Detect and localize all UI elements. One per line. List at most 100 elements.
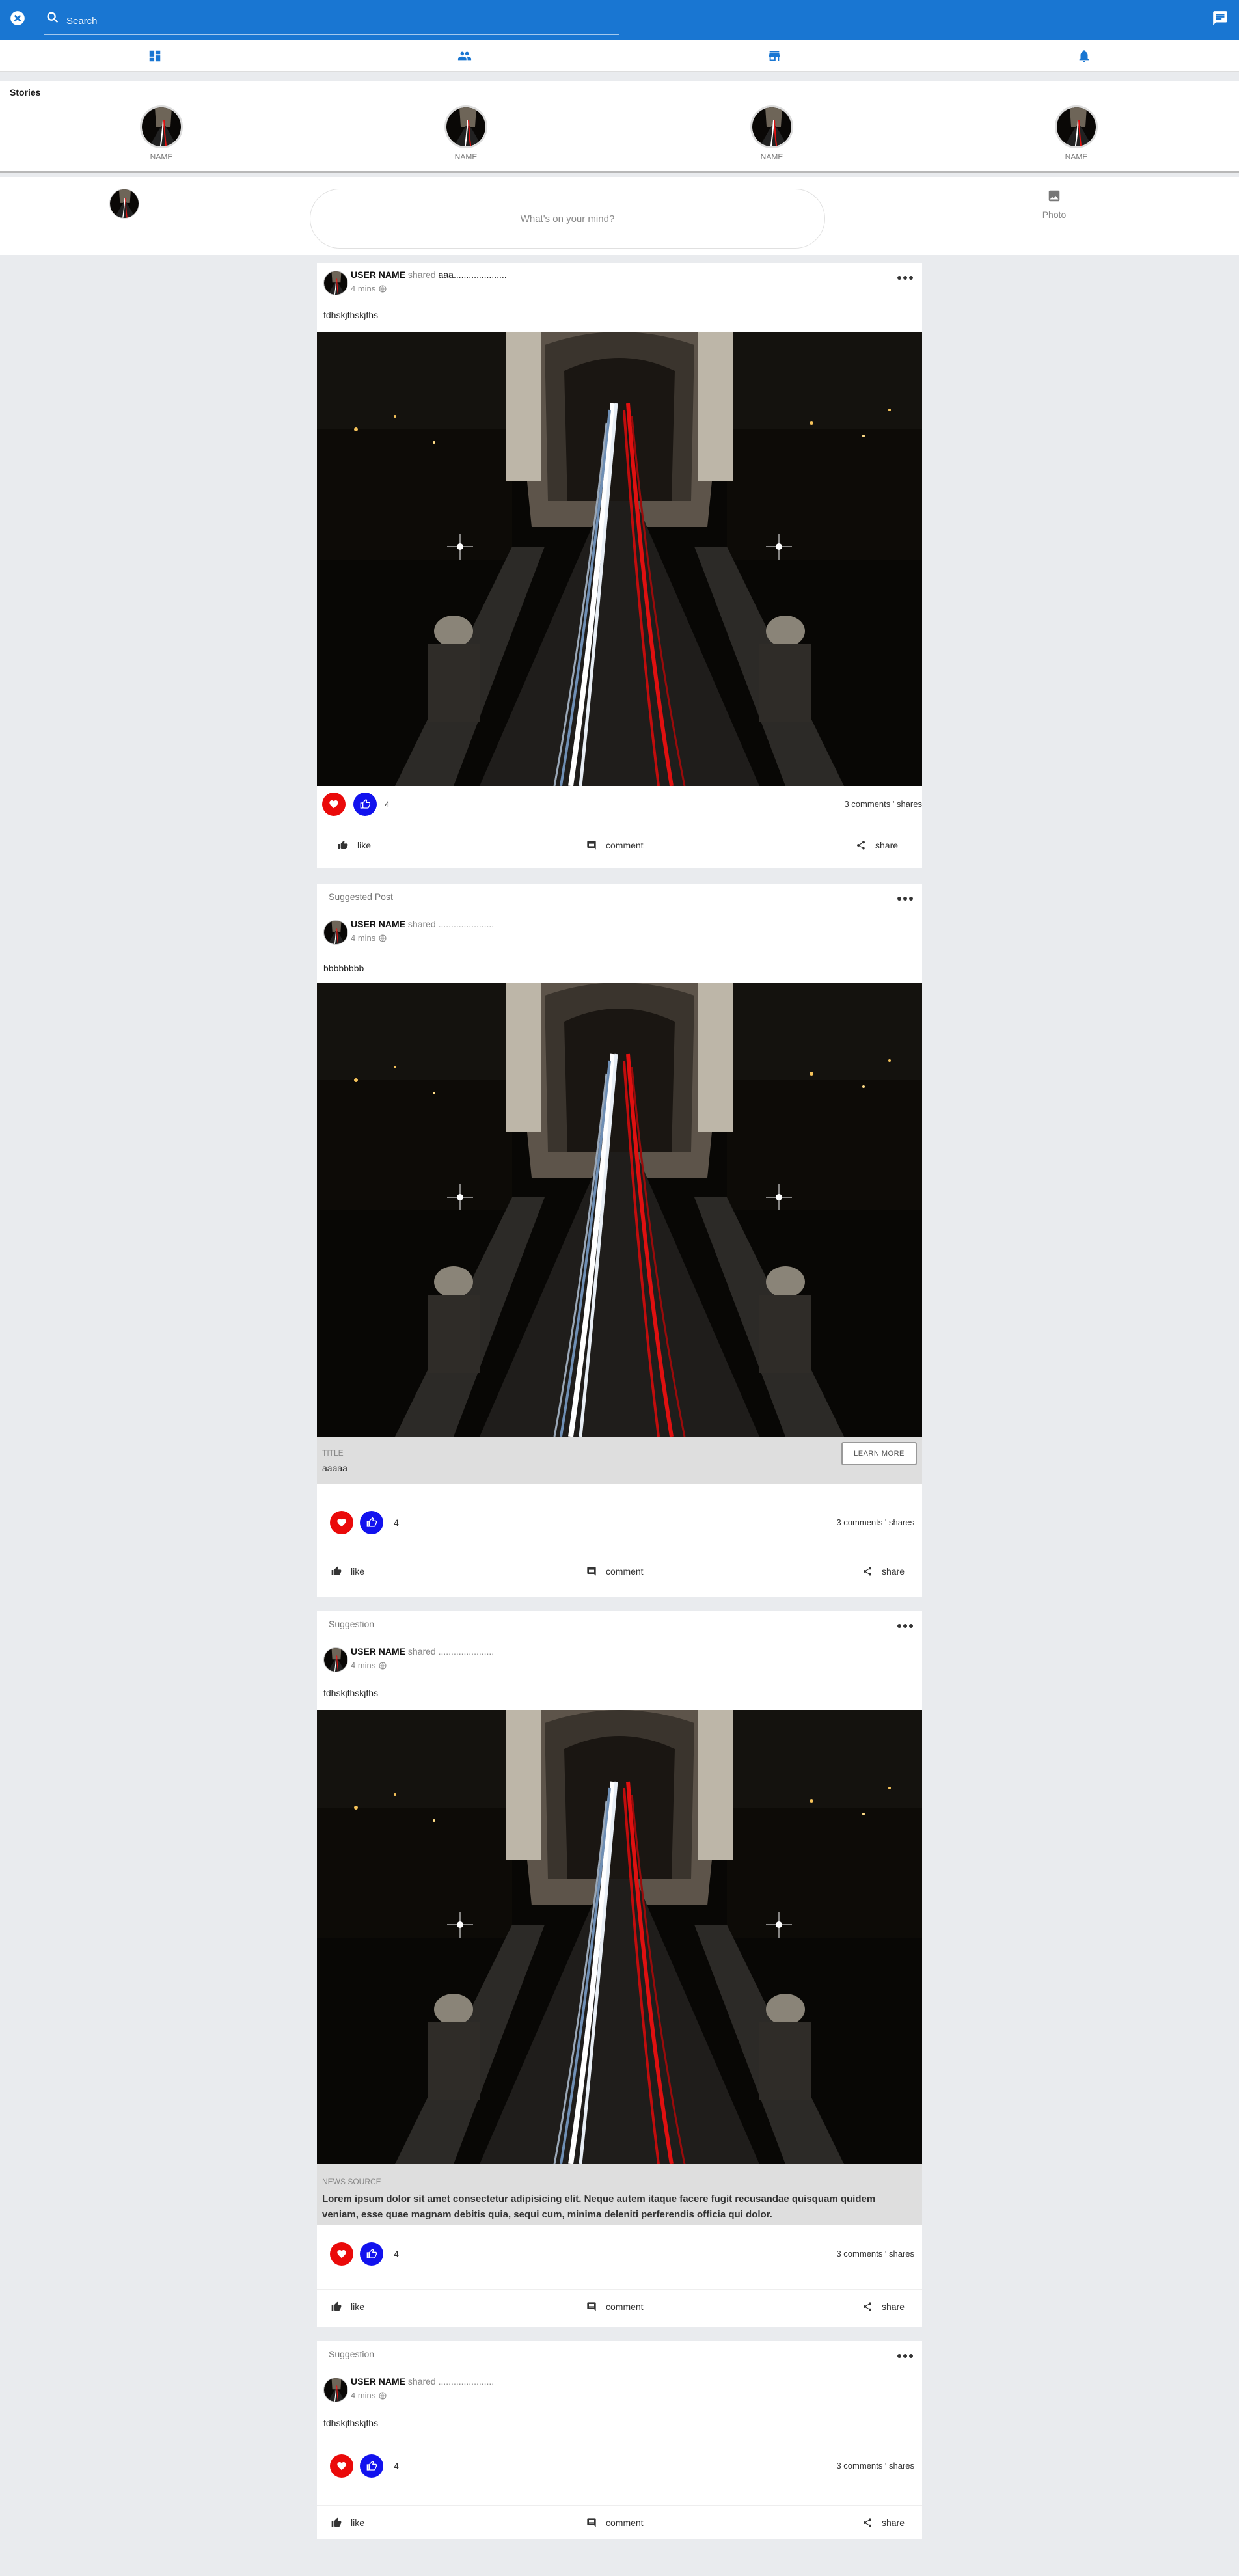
search-icon[interactable] [46, 10, 60, 25]
thumbs-up-icon[interactable] [360, 1511, 383, 1534]
post-header: USER NAME shared ...................... … [323, 1646, 714, 1677]
post-label: Suggestion [329, 1619, 375, 1629]
post-time: 4 mins [351, 933, 376, 943]
shared-word: shared [407, 269, 436, 280]
photo-button[interactable]: Photo [1015, 189, 1093, 220]
post-header: USER NAME shared aaa....................… [323, 269, 714, 301]
more-horiz-icon[interactable] [897, 1623, 913, 1629]
story-item[interactable]: NAME [440, 105, 492, 161]
post-meta: 4 mins [351, 1661, 387, 1670]
share-label: share [875, 840, 899, 850]
thumbs-up-icon[interactable] [360, 2242, 383, 2266]
tab-store[interactable] [620, 40, 929, 72]
post-image[interactable] [317, 1710, 922, 2164]
photo-label: Photo [1042, 210, 1067, 220]
post-time: 4 mins [351, 2391, 376, 2400]
shared-target[interactable]: ...................... [439, 1646, 495, 1657]
comment-label: comment [606, 2517, 644, 2528]
post-time: 4 mins [351, 284, 376, 293]
close-circle-icon[interactable] [9, 10, 26, 27]
avatar[interactable] [323, 920, 348, 945]
shared-target[interactable]: ...................... [439, 2376, 495, 2387]
search-input[interactable] [66, 13, 587, 29]
bell-icon [1079, 50, 1089, 62]
post-meta: 4 mins [351, 933, 387, 943]
heart-icon[interactable] [330, 2454, 353, 2478]
user-name[interactable]: USER NAME [351, 269, 405, 280]
like-button[interactable]: like [331, 1554, 364, 1588]
comment-button[interactable]: comment [586, 2506, 644, 2540]
post-actions: like comment share [317, 2289, 922, 2323]
post-composer: What's on your mind? Photo [0, 177, 1239, 255]
post-image[interactable] [317, 332, 922, 786]
thumbs-up-icon[interactable] [353, 793, 377, 816]
reaction-count: 4 [394, 2461, 399, 2471]
share-button[interactable]: share [862, 2506, 905, 2540]
share-button[interactable]: share [862, 2290, 905, 2324]
share-button[interactable]: share [862, 1554, 905, 1588]
story-item[interactable]: NAME [135, 105, 187, 161]
avatar [109, 189, 139, 219]
chat-icon[interactable] [1212, 10, 1229, 27]
avatar[interactable] [323, 271, 348, 295]
share-label: share [882, 2301, 905, 2312]
thumbs-up-icon[interactable] [360, 2454, 383, 2478]
heart-icon[interactable] [330, 2242, 353, 2266]
tab-people[interactable] [310, 40, 620, 72]
comment-button[interactable]: comment [586, 2290, 644, 2324]
shared-word: shared [407, 919, 436, 929]
learn-more-button[interactable]: LEARN MORE [841, 1442, 917, 1465]
heart-icon[interactable] [322, 793, 346, 816]
comment-share-stats[interactable]: 3 comments ' shares [844, 799, 922, 809]
reaction-count: 4 [394, 1517, 399, 1528]
tab-dashboard[interactable] [0, 40, 310, 72]
user-name[interactable]: USER NAME [351, 2376, 405, 2387]
shared-word: shared [407, 1646, 436, 1657]
comment-button[interactable]: comment [586, 1554, 644, 1588]
image-icon [1048, 190, 1060, 202]
story-item[interactable]: NAME [1050, 105, 1102, 161]
post-actions: like comment share [317, 2505, 922, 2539]
like-button[interactable]: like [331, 2506, 364, 2540]
comment-share-stats[interactable]: 3 comments ' shares [836, 2461, 914, 2471]
story-avatar [444, 105, 487, 148]
like-button[interactable]: like [331, 2290, 364, 2324]
like-label: like [351, 1566, 365, 1577]
share-label: share [882, 1566, 905, 1577]
cta-subtitle: aaaaa [322, 1463, 347, 1473]
more-horiz-icon[interactable] [897, 895, 913, 902]
comment-button[interactable]: comment [586, 828, 644, 862]
post-actions: like comment share [317, 828, 922, 861]
heart-icon[interactable] [330, 1511, 353, 1534]
cta-title: TITLE [322, 1448, 344, 1457]
story-name: NAME [150, 152, 173, 161]
comment-share-stats[interactable]: 3 comments ' shares [836, 1517, 914, 1527]
comment-label: comment [606, 1566, 644, 1577]
thumbs-up-icon [331, 1566, 342, 1577]
story-name: NAME [1065, 152, 1088, 161]
tab-notifications[interactable] [929, 40, 1239, 72]
avatar[interactable] [323, 1647, 348, 1672]
stories-section: Stories NAME NAME NAME NAME [0, 81, 1239, 173]
stories-title: Stories [10, 87, 41, 98]
more-horiz-icon[interactable] [897, 2353, 913, 2359]
avatar[interactable] [323, 2378, 348, 2402]
more-horiz-icon[interactable] [897, 275, 913, 281]
shared-target[interactable]: aaa..................... [439, 269, 507, 280]
like-button[interactable]: like [338, 828, 371, 862]
store-icon [769, 51, 780, 61]
shared-target[interactable]: ...................... [439, 919, 495, 929]
story-item[interactable]: NAME [746, 105, 798, 161]
share-button[interactable]: share [856, 828, 898, 862]
news-source: NEWS SOURCE [322, 2177, 381, 2186]
shared-word: shared [407, 2376, 436, 2387]
comment-share-stats[interactable]: 3 comments ' shares [836, 2249, 914, 2258]
whats-on-your-mind-input[interactable]: What's on your mind? [310, 189, 825, 249]
share-icon [856, 840, 866, 850]
post-image[interactable] [317, 983, 922, 1437]
user-name[interactable]: USER NAME [351, 1646, 405, 1657]
news-source-bar[interactable]: NEWS SOURCE Lorem ipsum dolor sit amet c… [317, 2164, 922, 2225]
user-name[interactable]: USER NAME [351, 919, 405, 929]
post-label: Suggestion [329, 2349, 375, 2359]
post-card: USER NAME shared aaa....................… [317, 263, 922, 868]
